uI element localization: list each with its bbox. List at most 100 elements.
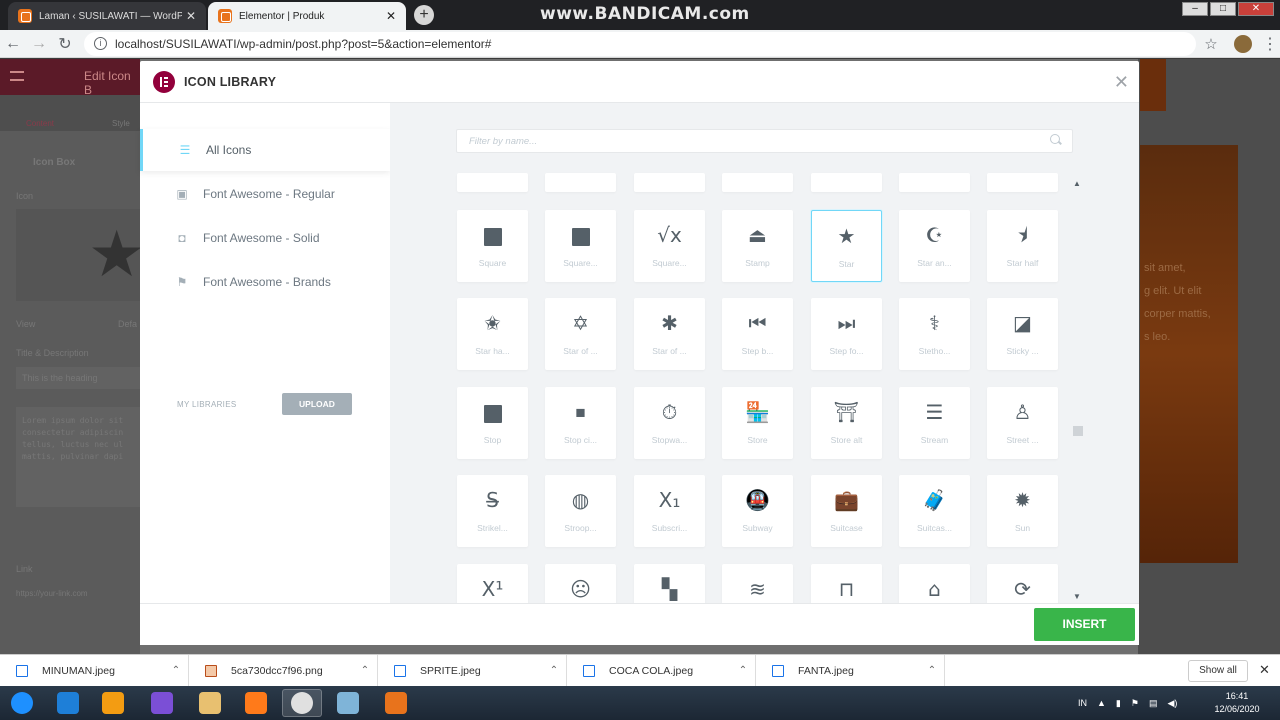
new-tab-button[interactable]: + [414, 5, 434, 25]
taskbar-ie-icon[interactable] [48, 689, 88, 717]
icon-tile[interactable]: ⚕ Stetho... [899, 298, 970, 370]
icon-tile[interactable]: ✬ Star ha... [457, 298, 528, 370]
icon-tile[interactable]: ⟳ [987, 564, 1058, 603]
close-shelf-icon[interactable]: ✕ [1259, 662, 1270, 678]
icon-tile[interactable] [457, 173, 528, 192]
icon-tile[interactable]: ☰ Stream [899, 387, 970, 459]
icon-tile[interactable]: ⛩ Store alt [811, 387, 882, 459]
icon-tile[interactable]: ⯨ Star half [987, 210, 1058, 282]
download-item[interactable]: 5ca730dcc7f96.png ⌃ [189, 654, 378, 687]
download-item[interactable]: MINUMAN.jpeg ⌃ [0, 654, 189, 687]
icon-tile[interactable]: ☹ [545, 564, 616, 603]
icon-tile[interactable]: S̶ Strikel... [457, 475, 528, 547]
icon-tile[interactable]: ★ Star [811, 210, 882, 282]
taskbar-file-explorer-icon[interactable] [190, 689, 230, 717]
icon-tile[interactable]: √x Square... [634, 210, 705, 282]
download-item[interactable]: COCA COLA.jpeg ⌃ [567, 654, 756, 687]
taskbar-chrome-icon[interactable] [282, 689, 322, 717]
icon-tile[interactable]: ✹ Sun [987, 475, 1058, 547]
icon-tile[interactable]: Square... [545, 210, 616, 282]
window-close-button[interactable]: ✕ [1238, 2, 1274, 16]
minimize-button[interactable]: – [1182, 2, 1208, 16]
icon-tile[interactable]: ⏭ Step fo... [811, 298, 882, 370]
icon-tile[interactable]: ◍ Stroop... [545, 475, 616, 547]
taskbar-start-button[interactable] [2, 689, 42, 717]
icon-tile[interactable] [545, 173, 616, 192]
chevron-up-icon[interactable]: ⌃ [542, 665, 566, 676]
icon-tile[interactable]: X₁ Subscri... [634, 475, 705, 547]
tab-close-icon[interactable]: ✕ [186, 9, 196, 23]
icon-tile[interactable]: ♙ Street ... [987, 387, 1058, 459]
icon-tile[interactable]: 🏪 Store [722, 387, 793, 459]
icon-tile[interactable]: ⏹ Stop ci... [545, 387, 616, 459]
icon-tile[interactable] [634, 173, 705, 192]
download-item[interactable]: FANTA.jpeg ⌃ [756, 654, 945, 687]
link-label: Link [16, 564, 33, 574]
browser-tab-laman[interactable]: Laman ‹ SUSILAWATI — WordPr… ✕ [8, 2, 206, 30]
icon-tile[interactable] [811, 173, 882, 192]
icon-tile[interactable]: X¹ [457, 564, 528, 603]
taskbar-xampp-icon[interactable] [376, 689, 416, 717]
icon-tile[interactable]: ≋ [722, 564, 793, 603]
upload-button[interactable]: UPLOAD [282, 393, 352, 415]
back-icon[interactable]: ← [0, 35, 26, 53]
scroll-up-icon[interactable]: ▲ [1073, 179, 1081, 188]
icon-tile[interactable]: Square [457, 210, 528, 282]
icon-tile[interactable]: Stop [457, 387, 528, 459]
taskbar-app-icon[interactable] [328, 689, 368, 717]
icon-tile-label: Subscri... [651, 523, 688, 533]
taskbar-visual-studio-icon[interactable] [142, 689, 182, 717]
modal-close-icon[interactable]: ✕ [1114, 72, 1129, 93]
icon-tile[interactable]: ⊓ [811, 564, 882, 603]
sidebar-item-all-icons[interactable]: ☰ All Icons [140, 129, 390, 171]
icon-tile[interactable]: ⏏ Stamp [722, 210, 793, 282]
forward-icon[interactable]: → [26, 35, 52, 53]
icon-tile[interactable]: 🧳 Suitcas... [899, 475, 970, 547]
tray-up-icon[interactable]: ▲ [1097, 698, 1106, 708]
language-indicator[interactable]: IN [1078, 698, 1087, 708]
icon-tile[interactable]: ✱ Star of ... [634, 298, 705, 370]
profile-avatar[interactable] [1234, 34, 1252, 53]
icon-tile[interactable]: ◪ Sticky ... [987, 298, 1058, 370]
chevron-up-icon[interactable]: ⌃ [353, 665, 377, 676]
filter-search-input[interactable] [456, 129, 1073, 153]
icon-tile[interactable]: ☪ Star an... [899, 210, 970, 282]
icon-tile[interactable]: ⌂ [899, 564, 970, 603]
icon-tile[interactable]: ⏱ Stopwa... [634, 387, 705, 459]
volume-icon[interactable]: ◀) [1167, 698, 1177, 709]
icon-tile[interactable] [722, 173, 793, 192]
tray-device-icon[interactable]: ▮ [1116, 698, 1121, 709]
chevron-up-icon[interactable]: ⌃ [731, 665, 755, 676]
sidebar-item-fa-solid[interactable]: ◘ Font Awesome - Solid [140, 217, 390, 259]
download-item[interactable]: SPRITE.jpeg ⌃ [378, 654, 567, 687]
url-field[interactable]: i localhost/SUSILAWATI/wp-admin/post.php… [84, 31, 1196, 56]
icon-tile[interactable] [987, 173, 1058, 192]
icon-tile[interactable]: ✡ Star of ... [545, 298, 616, 370]
clock[interactable]: 16:41 12/06/2020 [1208, 690, 1266, 716]
show-all-button[interactable]: Show all [1188, 660, 1248, 682]
icon-tile[interactable]: 💼 Suitcase [811, 475, 882, 547]
site-info-icon[interactable]: i [94, 37, 107, 50]
chevron-up-icon[interactable]: ⌃ [920, 665, 944, 676]
browser-tab-elementor[interactable]: Elementor | Produk ✕ [208, 2, 406, 30]
insert-button[interactable]: INSERT [1034, 608, 1135, 641]
reload-icon[interactable]: ↻ [52, 34, 78, 54]
tray-flag-icon[interactable]: ⚑ [1131, 698, 1139, 709]
icon-tile[interactable]: 🚇 Subway [722, 475, 793, 547]
sidebar-item-fa-regular[interactable]: ▣ Font Awesome - Regular [140, 173, 390, 215]
tab-close-icon[interactable]: ✕ [386, 9, 396, 23]
icon-tile[interactable] [899, 173, 970, 192]
network-icon[interactable]: ▤ [1149, 698, 1158, 709]
scroll-down-icon[interactable]: ▼ [1073, 592, 1081, 601]
browser-menu-icon[interactable]: ⋮ [1260, 34, 1280, 54]
taskbar-media-player-icon[interactable] [93, 689, 133, 717]
maximize-button[interactable]: □ [1210, 2, 1236, 16]
bookmark-star-icon[interactable]: ☆ [1196, 35, 1226, 53]
icon-tile[interactable]: ⏮ Step b... [722, 298, 793, 370]
swatchbook-icon: ▚ [661, 577, 678, 601]
icon-tile[interactable]: ▚ [634, 564, 705, 603]
chevron-up-icon[interactable]: ⌃ [164, 665, 188, 676]
scrollbar-thumb[interactable] [1073, 426, 1083, 436]
sidebar-item-fa-brands[interactable]: ⚑ Font Awesome - Brands [140, 261, 390, 303]
taskbar-firefox-icon[interactable] [236, 689, 276, 717]
